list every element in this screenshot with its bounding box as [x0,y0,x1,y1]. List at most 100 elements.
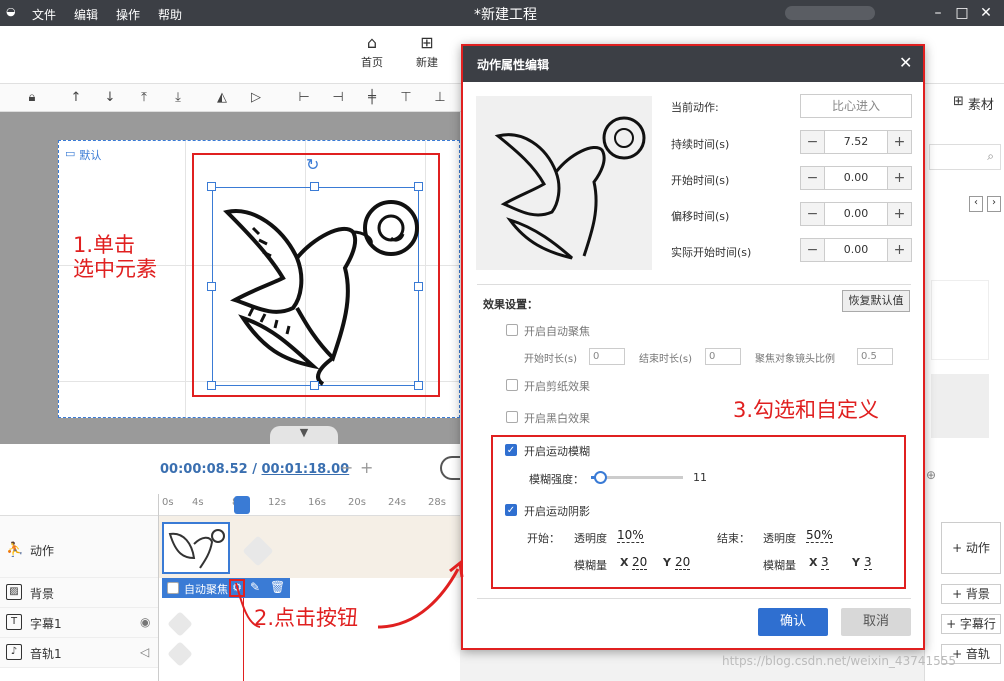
add-subtitle-button[interactable]: + 字幕行 [941,614,1001,634]
track-label: 音轨1 [30,647,62,661]
volume-icon[interactable]: ◁ [140,645,149,659]
zoom-in-icon[interactable]: + [360,458,373,477]
lock-icon[interactable]: 🔒︎ [22,88,42,108]
minimize-icon[interactable]: – [928,3,948,23]
offset-time-value[interactable]: 0.00 [825,207,887,220]
start-opacity-value[interactable]: 10% [617,528,644,543]
af-ratio-input[interactable]: 0.5 [857,348,893,365]
menu-help[interactable]: 帮助 [158,6,182,23]
decrement-icon[interactable]: − [801,167,825,189]
af-end-input[interactable]: 0 [705,348,741,365]
black-white-checkbox[interactable] [506,411,518,423]
start-time-value[interactable]: 0.00 [825,171,887,184]
home-button[interactable]: ⌂ 首页 [352,32,392,70]
total-time[interactable]: 00:01:18.00 [262,462,350,477]
af-start-input[interactable]: 0 [589,348,625,365]
align-top-icon[interactable]: ⊤ [396,88,416,108]
resize-handle[interactable] [207,282,216,291]
decrement-icon[interactable]: − [801,239,825,261]
move-top-icon[interactable]: ⤒ [134,88,154,108]
auto-focus-checkbox[interactable] [506,324,518,336]
move-up-icon[interactable]: ↑ [66,88,86,108]
resize-handle[interactable] [414,282,423,291]
move-down-icon[interactable]: ↓ [100,88,120,108]
play-back-icon[interactable] [440,456,460,480]
start-time-stepper[interactable]: −0.00 + [800,166,912,190]
align-center-icon[interactable]: ╪ [362,88,382,108]
close-icon[interactable]: ✕ [976,3,996,23]
end-opacity-value[interactable]: 50% [806,528,833,543]
rotate-handle-icon[interactable]: ↻ [306,155,319,174]
resize-handle[interactable] [310,381,319,390]
start-x-value[interactable]: 20 [632,555,648,570]
resize-handle[interactable] [414,381,423,390]
zoom-out-icon[interactable]: − [340,458,353,477]
tick-label: 12s [268,497,286,508]
playhead-handle[interactable] [234,496,250,514]
visibility-eye-icon[interactable]: ◉ [140,615,150,629]
time-ruler: 0s 4s 8s 12s 16s 20s 24s 28s [0,494,460,681]
selected-element[interactable] [212,187,419,386]
collapse-toggle-icon[interactable]: ▼ [270,426,338,444]
resize-handle[interactable] [414,182,423,191]
end-x-value[interactable]: 3 [821,555,829,570]
material-thumbnail[interactable] [931,374,989,438]
resize-handle[interactable] [207,182,216,191]
decrement-icon[interactable]: − [801,131,825,153]
align-left-icon[interactable]: ⊢ [294,88,314,108]
increment-icon[interactable]: + [887,239,911,261]
resize-handle[interactable] [207,381,216,390]
reset-default-button[interactable]: 恢复默认值 [842,290,910,312]
menu-operate[interactable]: 操作 [116,6,140,23]
blur-strength-label: 模糊强度： [529,473,584,486]
resize-handle[interactable] [310,182,319,191]
motion-blur-checkbox[interactable]: ✓ [505,444,517,456]
user-avatar[interactable] [785,6,875,20]
new-file-icon: ⊞ [420,33,434,52]
prev-page-icon[interactable]: ‹ [969,196,983,212]
start-y-value[interactable]: 20 [675,555,691,570]
actual-start-value[interactable]: 0.00 [825,243,887,256]
material-tab[interactable]: ⊞ 素材 [953,94,994,113]
stage[interactable]: ▭ 默认 ↻ 1.单击 选中元素 [58,140,460,418]
end-y-value[interactable]: 3 [864,555,872,570]
increment-icon[interactable]: + [887,167,911,189]
paper-cut-checkbox[interactable] [506,379,518,391]
add-background-button[interactable]: + 背景 [941,584,1001,604]
auto-focus-checkbox[interactable] [167,582,179,594]
align-bottom-icon[interactable]: ⊥ [430,88,450,108]
dialog-close-icon[interactable]: ✕ [899,53,912,72]
maximize-icon[interactable]: □ [952,3,972,23]
zoom-slider-icon[interactable]: ⊕ [926,468,936,482]
action-clip[interactable] [162,522,230,574]
action-icon: ⛹ [6,542,24,558]
effects-title: 效果设置： [483,298,538,311]
flip-horizontal-icon[interactable]: ◭ [212,88,232,108]
align-right-icon[interactable]: ⊣ [328,88,348,108]
add-subtitle-icon[interactable] [167,611,193,637]
current-action-field[interactable]: 比心进入 [800,94,912,118]
flip-vertical-icon[interactable]: ▷ [246,88,266,108]
increment-icon[interactable]: + [887,203,911,225]
cancel-button[interactable]: 取消 [841,608,911,636]
new-button[interactable]: ⊞ 新建 [407,32,447,70]
confirm-button[interactable]: 确认 [758,608,828,636]
add-audio-icon[interactable] [167,641,193,667]
duration-value[interactable]: 7.52 [825,135,887,148]
add-action-button[interactable]: + 动作 [941,522,1001,574]
motion-blur-label: 开启运动模糊 [524,445,590,458]
search-icon[interactable]: ⌕ [929,144,1001,170]
material-thumbnail[interactable] [931,280,989,360]
actual-start-stepper[interactable]: −0.00 + [800,238,912,262]
motion-shadow-checkbox[interactable]: ✓ [505,504,517,516]
increment-icon[interactable]: + [887,131,911,153]
next-page-icon[interactable]: › [987,196,1001,212]
menu-edit[interactable]: 编辑 [74,6,98,23]
blur-strength-slider[interactable] [591,471,683,484]
menu-file[interactable]: 文件 [32,6,56,23]
move-bottom-icon[interactable]: ⤓ [168,88,188,108]
duration-stepper[interactable]: −7.52 + [800,130,912,154]
decrement-icon[interactable]: − [801,203,825,225]
track-audio: ♪ 音轨1 ◁ [0,638,158,668]
offset-time-stepper[interactable]: −0.00 + [800,202,912,226]
